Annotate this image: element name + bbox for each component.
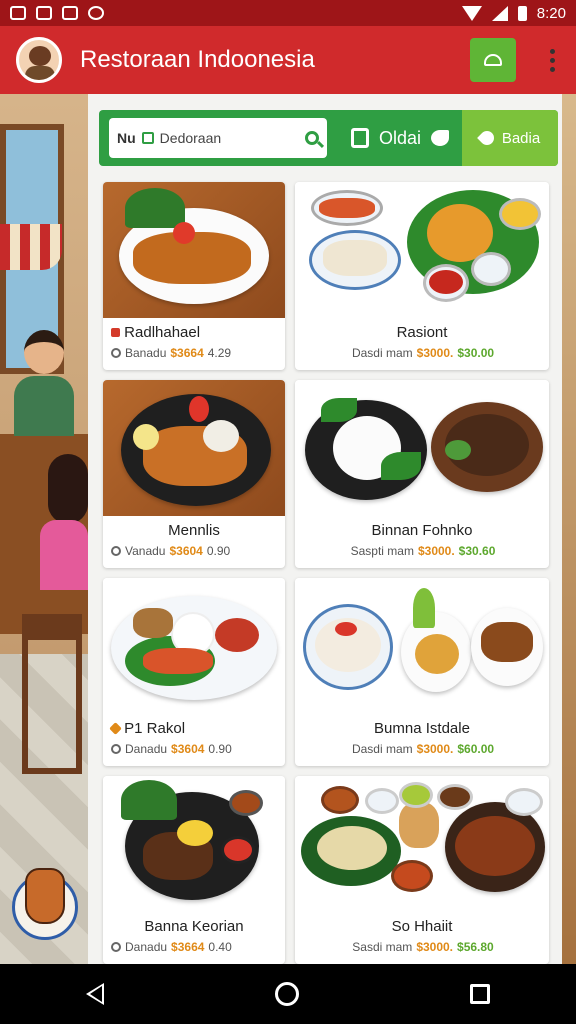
menu-card[interactable]: Radlhahael Banadu $3664 4.29	[103, 182, 285, 370]
back-icon[interactable]	[85, 983, 104, 1005]
menu-card[interactable]: Mennlis Vanadu $3604 0.90	[103, 380, 285, 568]
food-photo	[103, 182, 285, 318]
food-photo	[295, 578, 549, 714]
food-photo	[295, 776, 549, 912]
restaurant-background-left	[0, 94, 88, 964]
alarm-icon	[88, 6, 104, 20]
card-meta: Dasdi mam $3000. $30.00	[351, 346, 495, 360]
card-title: So Hhaiit	[391, 918, 453, 935]
card-title: Bumna Istdale	[374, 720, 470, 737]
card-extra: $56.80	[457, 940, 494, 954]
card-meta: Danadu $3604 0.90	[111, 742, 279, 756]
card-meta: Dasdi mam $3000. $60.00	[351, 742, 495, 756]
card-extra: $30.60	[458, 544, 496, 558]
food-photo	[295, 380, 549, 516]
tab-active-label: Badia	[501, 129, 541, 147]
awning-illustration	[0, 224, 62, 270]
search-input[interactable]: Nu Dedoraan	[109, 118, 327, 158]
notification-icon	[10, 6, 26, 20]
chili-icon	[111, 328, 120, 337]
message-icon	[62, 6, 78, 20]
reserve-button[interactable]	[470, 38, 516, 82]
search-icon[interactable]	[305, 131, 319, 145]
card-title: P1 Rakol	[109, 720, 285, 737]
status-bar: 8:20	[0, 0, 576, 26]
menu-card[interactable]: Rasiont Dasdi mam $3000. $30.00	[295, 182, 549, 370]
battery-icon	[517, 5, 527, 21]
leaf-icon	[141, 132, 154, 144]
star-icon	[109, 722, 122, 735]
wifi-icon	[461, 5, 482, 21]
menu-card[interactable]: P1 Rakol Danadu $3604 0.90	[103, 578, 285, 766]
waiter-illustration	[14, 330, 74, 440]
menu-card[interactable]: Banna Keorian Danadu $3664 0.40	[103, 776, 285, 964]
card-extra: 0.90	[206, 544, 231, 558]
tray-icon	[484, 54, 502, 66]
card-meta: Danadu $3664 0.40	[111, 940, 279, 954]
card-extra: 0.40	[208, 940, 232, 954]
tab-active[interactable]: Badia	[462, 110, 558, 166]
food-photo	[103, 380, 285, 516]
card-price: $3604	[169, 544, 203, 558]
food-photo	[103, 578, 285, 714]
location-icon	[476, 128, 497, 148]
card-title: Radlhahael	[111, 324, 285, 341]
card-extra: 4.29	[207, 346, 232, 360]
app-title: Restoraan Indoonesia	[80, 46, 315, 73]
card-price: $3000.	[416, 346, 454, 360]
signal-icon	[491, 5, 508, 21]
tab-bar: Nu Dedoraan Oldai Badia	[99, 110, 558, 166]
menu-panel: Nu Dedoraan Oldai Badia Radlhahael Banad…	[88, 94, 562, 964]
menu-card[interactable]: Bumna Istdale Dasdi mam $3000. $60.00	[295, 578, 549, 766]
card-meta: Saspti mam $3000. $30.60	[350, 544, 496, 558]
tag-icon	[111, 942, 121, 952]
bird-icon	[431, 130, 450, 146]
card-meta: Banadu $3664 4.29	[111, 346, 279, 360]
status-time: 8:20	[536, 4, 566, 22]
card-price: $3604	[171, 742, 205, 756]
more-options-icon[interactable]	[542, 48, 562, 72]
avatar[interactable]	[16, 37, 62, 83]
tag-icon	[111, 348, 121, 358]
card-extra: $30.00	[457, 346, 495, 360]
card-title: Banna Keorian	[144, 918, 244, 935]
menu-card[interactable]: Binnan Fohnko Saspti mam $3000. $30.60	[295, 380, 549, 568]
search-prefix: Nu	[117, 130, 136, 146]
card-extra: $60.00	[457, 742, 495, 756]
jug-illustration	[25, 868, 65, 924]
restaurant-background-right	[562, 94, 576, 964]
tab-order-label: Oldai	[379, 127, 422, 148]
food-photo	[295, 182, 549, 318]
food-photo	[103, 776, 285, 912]
document-icon	[351, 128, 369, 148]
tag-icon	[111, 546, 121, 556]
card-price: $3000.	[417, 544, 455, 558]
search-placeholder: Dedoraan	[159, 130, 222, 146]
card-title: Rasiont	[396, 324, 448, 341]
card-meta: Sasdi mam $3000. $56.80	[352, 940, 494, 954]
navigation-bar	[0, 964, 576, 1024]
card-price: $3000.	[416, 940, 454, 954]
card-title: Mennlis	[168, 522, 220, 539]
card-price: $3664	[171, 940, 205, 954]
image-icon	[36, 6, 52, 20]
menu-grid: Radlhahael Banadu $3664 4.29 Rasiont Das…	[103, 182, 549, 964]
card-extra: 0.90	[208, 742, 232, 756]
diner-illustration	[40, 454, 88, 654]
card-meta: Vanadu $3604 0.90	[111, 544, 279, 558]
home-icon[interactable]	[274, 982, 299, 1006]
card-price: $3664	[170, 346, 204, 360]
card-price: $3000.	[416, 742, 454, 756]
recent-apps-icon[interactable]	[470, 984, 491, 1004]
app-bar: Restoraan Indoonesia	[0, 26, 576, 94]
menu-card[interactable]: So Hhaiit Sasdi mam $3000. $56.80	[295, 776, 549, 964]
tab-order[interactable]: Oldai	[351, 127, 450, 149]
tag-icon	[111, 744, 121, 754]
card-title: Binnan Fohnko	[371, 522, 473, 539]
